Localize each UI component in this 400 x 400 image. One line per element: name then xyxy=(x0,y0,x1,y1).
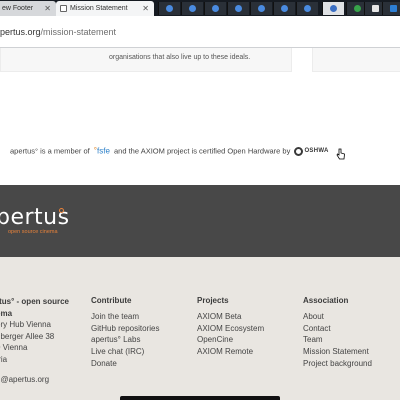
close-icon[interactable]: ✕ xyxy=(142,1,149,16)
pinned-tab[interactable] xyxy=(204,2,226,15)
chrome-icon xyxy=(330,5,337,12)
footer-projects: Projects AXIOM Beta AXIOM Ecosystem Open… xyxy=(197,296,264,358)
pinned-tab[interactable] xyxy=(322,2,344,15)
chrome-icon xyxy=(189,5,196,12)
pinned-tab[interactable] xyxy=(296,2,318,15)
pinned-tab[interactable] xyxy=(250,2,272,15)
footer-link-project-background[interactable]: Project background xyxy=(303,358,372,370)
chrome-icon xyxy=(281,5,288,12)
pinned-tab[interactable] xyxy=(181,2,203,15)
content-card: organisations that also live up to these… xyxy=(0,48,292,72)
hand-pointer-icon xyxy=(336,148,345,160)
address-line: riberger Allee 38 xyxy=(0,331,55,341)
footer-link-axiom-ecosystem[interactable]: AXIOM Ecosystem xyxy=(197,323,264,335)
oshw-gear-icon xyxy=(294,146,304,156)
footer-link-live-chat[interactable]: Live chat (IRC) xyxy=(91,346,159,358)
chrome-icon xyxy=(258,5,265,12)
footer-link-github[interactable]: GitHub repositories xyxy=(91,323,159,335)
tab-label: Mission Statement xyxy=(70,5,128,12)
footer-link-axiom-remote[interactable]: AXIOM Remote xyxy=(197,346,264,358)
footer-contribute: Contribute Join the team GitHub reposito… xyxy=(91,296,159,370)
horizontal-scrollbar[interactable] xyxy=(120,396,280,400)
footer-link-axiom-beta[interactable]: AXIOM Beta xyxy=(197,311,264,323)
oshwa-logo-text: OSHWA xyxy=(304,148,329,155)
oshwa-logo[interactable]: OSHWA xyxy=(294,146,328,156)
address-title-cont: ema xyxy=(0,308,13,318)
url-path: /mission-statement xyxy=(40,27,117,37)
footer-link-contact[interactable]: Contact xyxy=(303,323,372,335)
pinned-tab[interactable] xyxy=(158,2,180,15)
footer-link-join-team[interactable]: Join the team xyxy=(91,311,159,323)
url-text[interactable]: pertus.org/mission-statement xyxy=(0,27,116,37)
email-link[interactable]: n@apertus.org xyxy=(0,374,69,386)
logo-degree-icon xyxy=(59,208,64,213)
chrome-icon xyxy=(212,5,219,12)
content-cards: organisations that also live up to these… xyxy=(0,48,400,78)
page-icon xyxy=(372,5,379,12)
footer-link-mission-statement[interactable]: Mission Statement xyxy=(303,346,372,358)
footer-link-opencine[interactable]: OpenCine xyxy=(197,334,264,346)
address-title: rtus° - open source xyxy=(0,297,69,306)
chrome-icon xyxy=(166,5,173,12)
projects-heading: Projects xyxy=(197,296,229,305)
footer-link-team[interactable]: Team xyxy=(303,334,372,346)
content-card xyxy=(312,48,400,72)
address-line: ory Hub Vienna xyxy=(0,320,51,329)
contribute-heading: Contribute xyxy=(91,296,132,305)
membership-middle: and the AXIOM project is certified Open … xyxy=(114,146,291,156)
membership-statement: apertus° is a member of °fsfe and the AX… xyxy=(10,146,329,156)
pinned-tab[interactable] xyxy=(382,2,400,15)
tab-new-footer[interactable]: ew Footer ✕ xyxy=(0,1,56,16)
page-icon xyxy=(60,5,67,12)
chrome-icon xyxy=(304,5,311,12)
pinned-tab[interactable] xyxy=(227,2,249,15)
fsfe-logo-text: fsfe xyxy=(97,146,110,156)
address-line: tria xyxy=(0,355,8,365)
tab-mission-statement[interactable]: Mission Statement ✕ xyxy=(56,1,154,16)
footer-link-donate[interactable]: Donate xyxy=(91,358,159,370)
card-text: organisations that also live up to these… xyxy=(109,54,251,61)
browser-tab-strip: ew Footer ✕ Mission Statement ✕ xyxy=(0,0,400,16)
logo-tagline: open source cinema xyxy=(8,229,58,235)
footer-association: Association About Contact Team Mission S… xyxy=(303,296,372,370)
url-host: pertus.org xyxy=(0,27,41,37)
footer-address: rtus° - open source ema ory Hub Vienna r… xyxy=(0,296,69,386)
facebook-icon xyxy=(390,5,397,12)
address-line: 0 Vienna xyxy=(0,343,28,353)
address-bar[interactable]: pertus.org/mission-statement xyxy=(0,16,400,48)
tab-label: ew Footer xyxy=(2,5,34,12)
fsfe-logo[interactable]: °fsfe xyxy=(94,146,110,155)
membership-prefix: apertus° is a member of xyxy=(10,146,90,156)
pinned-tab[interactable] xyxy=(273,2,295,15)
wordpress-icon xyxy=(354,5,361,12)
footer-link-about[interactable]: About xyxy=(303,311,372,323)
close-icon[interactable]: ✕ xyxy=(44,1,51,16)
footer-link-labs[interactable]: apertus° Labs xyxy=(91,334,159,346)
association-heading: Association xyxy=(303,296,349,305)
chrome-icon xyxy=(235,5,242,12)
